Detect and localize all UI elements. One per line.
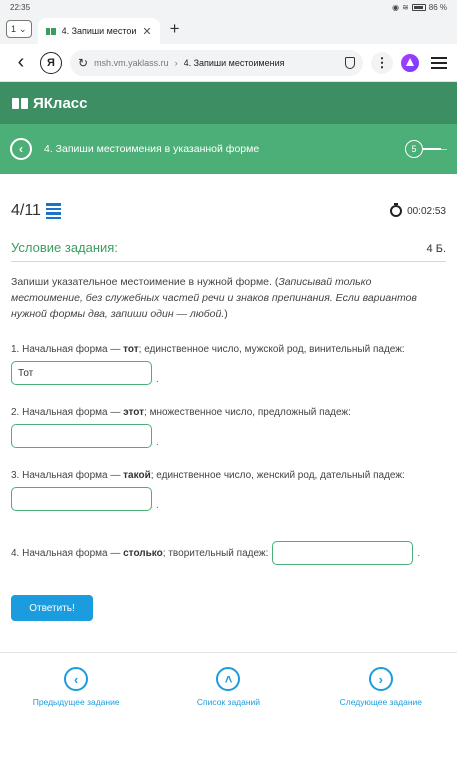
url-field[interactable]: ↻ msh.vm.yaklass.ru › 4. Запиши местоиме… (70, 49, 363, 76)
answer-input-2[interactable] (11, 424, 152, 448)
prev-task-label[interactable]: Предыдущее задание (33, 697, 120, 707)
answer-input-1[interactable] (11, 361, 152, 385)
task-content: 4/11 00:02:53 Условие задания: 4 Б. Запи… (0, 202, 457, 621)
answer-row-3: . (11, 487, 446, 511)
timer: 00:02:53 (390, 203, 446, 217)
question-1-word: тот (123, 344, 139, 355)
question-4-suffix: ; творительный падеж: (162, 547, 269, 559)
site-logo[interactable]: ЯКласс (33, 95, 88, 112)
tab-count: 1 (11, 24, 17, 34)
task-banner: ‹ 4. Запиши местоимения в указанной форм… (0, 124, 457, 174)
url-page-title: 4. Запиши местоимения (183, 57, 285, 68)
question-4: 4. Начальная форма — столько; творительн… (11, 541, 446, 565)
url-domain: msh.vm.yaklass.ru (94, 57, 169, 68)
question-3-suffix: ; единственное число, женский род, дател… (150, 470, 405, 481)
question-3: 3. Начальная форма — такой; единственное… (11, 470, 446, 481)
next-task-label[interactable]: Следующее задание (340, 697, 422, 707)
question-3-word: такой (123, 470, 151, 481)
status-time: 22:35 (10, 2, 31, 12)
url-separator: › (174, 57, 178, 68)
more-menu-icon[interactable]: ⋮ (371, 51, 393, 74)
chevron-up-icon[interactable]: ˄ (216, 667, 241, 691)
answer-dot: . (156, 374, 159, 385)
timer-value: 00:02:53 (407, 205, 446, 217)
logo-book-icon (12, 97, 28, 109)
new-tab-icon[interactable]: + (170, 19, 180, 39)
submit-answer-button[interactable]: Ответить! (11, 595, 93, 621)
shield-icon[interactable] (345, 56, 355, 69)
task-list-icon[interactable] (45, 203, 61, 219)
question-2-prefix: 2. Начальная форма — (11, 407, 124, 418)
question-2-word: этот (123, 407, 145, 418)
answer-dot: . (156, 500, 159, 511)
level-bar-tail (441, 148, 447, 150)
alice-assistant-icon[interactable] (401, 53, 419, 72)
eye-icon: ◉ (392, 2, 400, 12)
instruction-main: Запиши указательное местоимение в нужной… (11, 276, 279, 288)
question-4-text: 4. Начальная форма — столько; творительн… (11, 548, 268, 559)
status-bar: 22:35 ◉ ≋ 86 % (0, 0, 457, 14)
answer-dot: . (417, 547, 421, 559)
prev-task-button[interactable]: ‹ Предыдущее задание (11, 667, 141, 707)
question-2-suffix: ; множественное число, предложный падеж: (144, 407, 351, 418)
chevron-down-icon: ⌄ (19, 23, 27, 34)
question-1-prefix: 1. Начальная форма — (11, 344, 124, 355)
condition-header: Условие задания: 4 Б. (11, 240, 446, 262)
footer-navigation: ‹ Предыдущее задание ˄ Список заданий › … (0, 652, 457, 707)
back-arrow-icon[interactable]: ‹ (10, 51, 32, 74)
level-indicator: 5 (405, 140, 447, 158)
task-list-button[interactable]: ˄ Список заданий (163, 667, 293, 707)
task-instruction: Запиши указательное местоимение в нужной… (11, 274, 446, 322)
address-bar: ‹ Я ↻ msh.vm.yaklass.ru › 4. Запиши мест… (0, 44, 457, 82)
condition-title: Условие задания: (11, 240, 118, 255)
battery-level: 86 % (428, 2, 447, 12)
question-4-prefix: 4. Начальная форма — (11, 547, 124, 559)
reload-icon[interactable]: ↻ (78, 56, 88, 70)
chevron-right-icon[interactable]: › (368, 667, 393, 691)
yaklass-favicon-icon (45, 27, 56, 35)
question-1-suffix: ; единственное число, мужской род, винит… (138, 344, 405, 355)
question-3-prefix: 3. Начальная форма — (11, 470, 124, 481)
instruction-end: ) (224, 308, 228, 320)
status-icons: ◉ ≋ 86 % (392, 3, 447, 12)
banner-back-icon[interactable]: ‹ (10, 138, 32, 160)
answer-input-4[interactable] (272, 541, 414, 565)
stopwatch-icon (390, 203, 403, 217)
answer-dot: . (156, 437, 159, 448)
next-task-button[interactable]: › Следующее задание (316, 667, 446, 707)
question-2: 2. Начальная форма — этот; множественное… (11, 407, 446, 418)
answer-row-1: . (11, 361, 446, 385)
task-list-label[interactable]: Список заданий (197, 697, 260, 707)
task-counter-text: 4/11 (11, 202, 41, 219)
level-bar (423, 148, 441, 150)
task-counter: 4/11 (11, 202, 61, 220)
question-1: 1. Начальная форма — тот; единственное ч… (11, 344, 446, 355)
tab-count-button[interactable]: 1 ⌄ (6, 20, 32, 38)
tab-strip: 1 ⌄ 4. Запиши местоим ✕ + (0, 14, 457, 44)
answer-row-2: . (11, 424, 446, 448)
close-tab-icon[interactable]: ✕ (142, 25, 151, 38)
banner-title: 4. Запиши местоимения в указанной форме (44, 143, 260, 155)
battery-icon (411, 3, 426, 11)
chevron-left-icon[interactable]: ‹ (64, 667, 89, 691)
progress-row: 4/11 00:02:53 (11, 202, 446, 220)
question-4-word: столько (123, 547, 163, 559)
yandex-icon[interactable]: Я (40, 51, 62, 74)
answer-input-3[interactable] (11, 487, 152, 511)
hamburger-menu-icon[interactable] (431, 56, 447, 69)
wifi-icon: ≋ (402, 2, 409, 12)
task-points: 4 Б. (426, 243, 446, 255)
site-header: ЯКласс (0, 82, 457, 124)
tab-active[interactable]: 4. Запиши местоим ✕ (37, 18, 160, 44)
level-number: 5 (405, 140, 423, 158)
tab-title: 4. Запиши местоим (61, 26, 137, 36)
